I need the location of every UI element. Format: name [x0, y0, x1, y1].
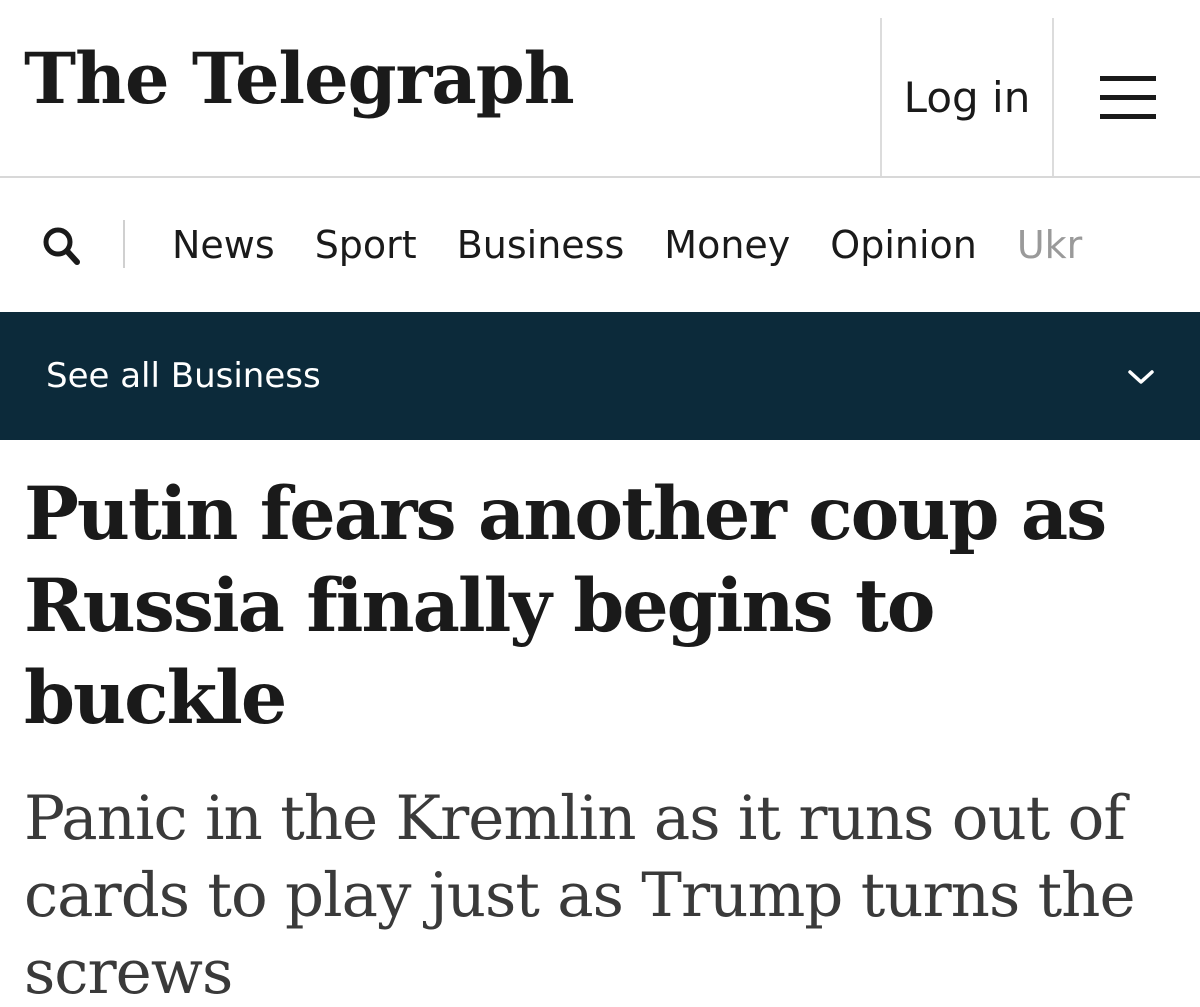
menu-bar [1100, 95, 1156, 100]
nav-item-business[interactable]: Business [457, 223, 625, 267]
chevron-down-icon [1128, 370, 1154, 384]
section-dropdown[interactable]: See all Business [0, 312, 1200, 440]
menu-bar [1100, 114, 1156, 119]
article-headline: Putin fears another coup as Russia final… [24, 471, 1107, 741]
nav-item-news[interactable]: News [172, 223, 275, 267]
nav-items: News Sport Business Money Opinion Ukr [172, 178, 1122, 312]
telegraph-logo[interactable]: The Telegraph [24, 44, 575, 114]
nav-item-ukraine[interactable]: Ukr [1017, 223, 1082, 267]
main-nav: News Sport Business Money Opinion Ukr [0, 178, 1200, 312]
nav-item-money[interactable]: Money [664, 223, 790, 267]
section-dropdown-label: See all Business [46, 356, 321, 396]
article-standfirst: Panic in the Kremlin as it runs out of c… [24, 783, 1136, 1007]
nav-item-sport[interactable]: Sport [315, 223, 417, 267]
nav-separator [123, 220, 125, 268]
nav-scroll-fade [1140, 178, 1200, 312]
search-icon[interactable] [38, 222, 86, 270]
nav-item-opinion[interactable]: Opinion [830, 223, 977, 267]
hamburger-menu-icon[interactable] [1054, 18, 1200, 176]
login-button[interactable]: Log in [882, 18, 1052, 176]
menu-bar [1100, 76, 1156, 81]
masthead: The Telegraph Log in [0, 0, 1200, 178]
